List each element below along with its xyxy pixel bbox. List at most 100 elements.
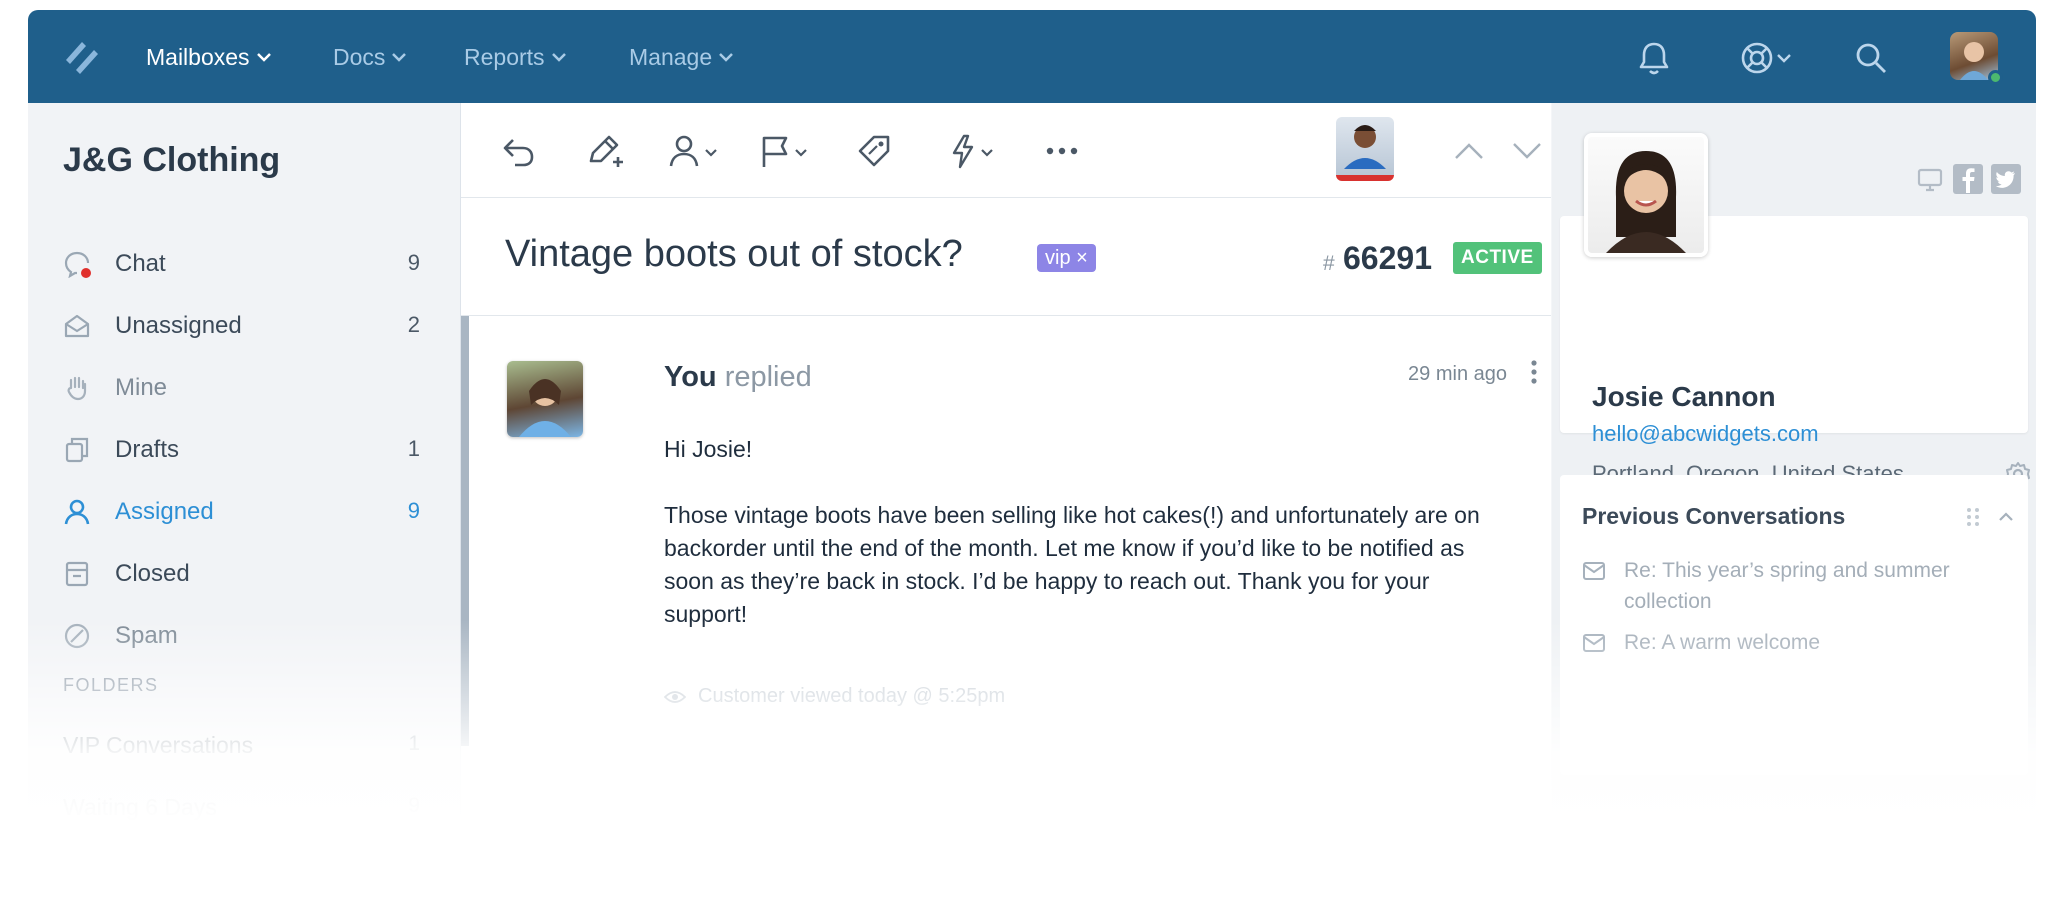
chat-icon <box>64 251 91 278</box>
previous-conversations-card: Previous Conversations Re: This year’s s… <box>1560 475 2028 775</box>
sidebar-item-count: 2 <box>407 312 420 337</box>
eye-icon <box>664 690 686 703</box>
thread-accent-bar <box>461 316 469 746</box>
reply-button[interactable] <box>501 131 537 171</box>
nav-manage-label: Manage <box>629 43 713 70</box>
sidebar-item-drafts[interactable]: Drafts 1 <box>28 424 460 474</box>
drag-handle-icon[interactable] <box>1966 507 1980 532</box>
sidebar-item-label: Unassigned <box>115 312 242 339</box>
top-navigation: Mailboxes Docs Reports Manage <box>28 10 2036 103</box>
add-note-button[interactable] <box>585 131 627 171</box>
more-actions-button[interactable] <box>1046 131 1078 171</box>
message-author-line: You replied <box>664 361 812 394</box>
collapse-chevron-icon[interactable] <box>1998 509 2014 527</box>
sidebar-item-label: Chat <box>115 250 166 277</box>
message-timestamp: 29 min ago <box>1408 363 1507 385</box>
envelope-icon <box>1583 562 1605 580</box>
nav-mailboxes[interactable]: Mailboxes <box>146 40 272 74</box>
assign-button[interactable] <box>668 131 724 171</box>
sidebar-item-label: Assigned <box>115 498 214 525</box>
vip-tag[interactable]: vip × <box>1037 244 1096 272</box>
status-button[interactable] <box>758 131 814 171</box>
workflow-button[interactable] <box>948 131 1000 171</box>
sidebar-item-label: Spam <box>115 622 178 649</box>
chevron-down-icon <box>392 53 407 62</box>
message-text: Those vintage boots have been selling li… <box>664 502 1480 627</box>
conversation-toolbar <box>461 103 1551 198</box>
sidebar-item-label: Mine <box>115 374 168 401</box>
conversation-subject[interactable]: Vintage boots out of stock? <box>505 233 963 276</box>
message-menu-button[interactable] <box>1528 358 1540 388</box>
previous-conversation-item[interactable]: Re: A warm welcome <box>1582 627 2002 661</box>
nav-reports-label: Reports <box>464 43 545 70</box>
folder-item-count: 9 <box>408 794 420 817</box>
more-icon <box>1046 147 1078 155</box>
folders-header: FOLDERS <box>63 675 159 695</box>
folder-item-count: 1 <box>408 732 420 755</box>
tag-icon <box>858 135 890 167</box>
sidebar-item-chat[interactable]: Chat 9 <box>28 238 460 288</box>
folder-item-vip-conversations[interactable]: VIP Conversations 1 <box>28 724 460 764</box>
mailbox-sidebar: J&G Clothing Chat 9 Unassigned 2 Mine Dr… <box>28 103 461 890</box>
folder-item-label: VIP Conversations <box>63 732 254 758</box>
inbox-icon <box>64 314 90 338</box>
nav-mailboxes-label: Mailboxes <box>146 43 250 70</box>
hand-icon <box>67 376 87 401</box>
sidebar-item-mine[interactable]: Mine <box>28 362 460 412</box>
sidebar-item-count: 1 <box>407 436 420 461</box>
customer-sidebar: Josie Cannon hello@abcwidgets.com Portla… <box>1552 103 2036 890</box>
envelope-icon <box>1583 634 1605 652</box>
previous-conversation-button[interactable] <box>1453 131 1485 171</box>
chevron-down-icon <box>551 53 566 62</box>
folder-item-waiting-6-days[interactable]: Waiting 6 Days 9 <box>28 786 460 826</box>
bell-icon[interactable] <box>1634 38 1674 78</box>
sidebar-item-label: Drafts <box>115 436 180 463</box>
sidebar-item-spam[interactable]: Spam <box>28 610 460 660</box>
help-scout-logo[interactable] <box>62 36 102 76</box>
spam-icon <box>64 623 90 649</box>
mailbox-name[interactable]: J&G Clothing <box>63 141 280 180</box>
archive-icon <box>65 561 89 587</box>
app-window: Mailboxes Docs Reports Manage J&G Clothi… <box>28 10 2036 890</box>
search-icon[interactable] <box>1851 38 1891 78</box>
kebab-menu-icon <box>1531 360 1537 384</box>
message-greeting: Hi Josie! <box>664 436 753 462</box>
message-author: You <box>664 361 717 393</box>
message-body: Hi Josie! Those vintage boots have been … <box>664 433 1484 664</box>
previous-conversation-subject: Re: This year’s spring and summer collec… <box>1624 559 1950 613</box>
assignee-avatar[interactable] <box>1336 117 1394 181</box>
status-badge[interactable]: ACTIVE <box>1453 242 1542 274</box>
chevron-down-icon <box>1513 143 1541 159</box>
message-action: replied <box>724 361 812 393</box>
sidebar-item-unassigned[interactable]: Unassigned 2 <box>28 300 460 350</box>
status-flag-icon <box>762 136 807 167</box>
customer-viewed-text: Customer viewed today @ 5:25pm <box>698 685 1006 707</box>
note-icon <box>589 135 623 167</box>
sidebar-item-count: 9 <box>407 498 420 523</box>
sidebar-item-assigned[interactable]: Assigned 9 <box>28 486 460 536</box>
customer-avatar <box>1584 133 1708 257</box>
customer-email[interactable]: hello@abcwidgets.com <box>1592 421 1819 447</box>
drafts-icon <box>65 437 89 463</box>
conversation-header: Vintage boots out of stock? vip × # 6629… <box>461 198 1551 316</box>
chevron-up-icon <box>1455 143 1483 159</box>
customer-name[interactable]: Josie Cannon <box>1592 381 1776 413</box>
nav-manage[interactable]: Manage <box>629 40 734 74</box>
nav-docs-label: Docs <box>333 43 386 70</box>
conversation-pane: Vintage boots out of stock? vip × # 6629… <box>461 103 1551 890</box>
conversation-hash: # <box>1323 252 1335 275</box>
twitter-icon[interactable] <box>1990 163 2022 195</box>
browser-icon[interactable] <box>1914 163 1946 195</box>
sidebar-item-label: Closed <box>115 560 190 587</box>
tag-button[interactable] <box>856 131 892 171</box>
next-conversation-button[interactable] <box>1511 131 1543 171</box>
chevron-down-icon <box>256 53 271 62</box>
sidebar-item-closed[interactable]: Closed <box>28 548 460 598</box>
nav-reports[interactable]: Reports <box>464 40 567 74</box>
previous-conversation-subject: Re: A warm welcome <box>1624 631 1821 654</box>
nav-docs[interactable]: Docs <box>333 40 407 74</box>
chevron-down-icon <box>719 53 734 62</box>
previous-conversation-item[interactable]: Re: This year’s spring and summer collec… <box>1582 555 2002 619</box>
help-icon[interactable] <box>1740 38 1800 78</box>
facebook-icon[interactable] <box>1952 163 1984 195</box>
